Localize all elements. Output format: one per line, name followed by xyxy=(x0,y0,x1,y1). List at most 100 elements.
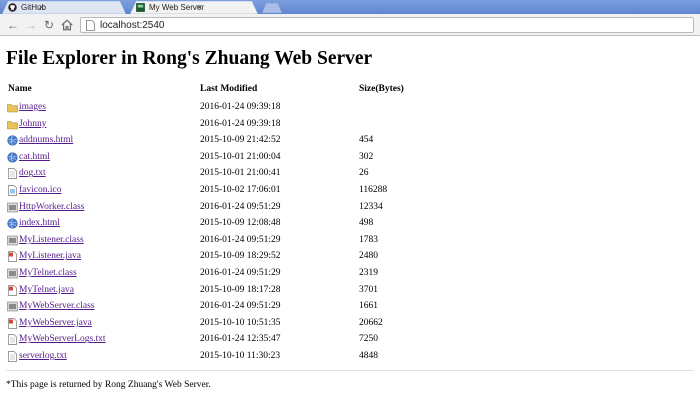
folder-icon xyxy=(7,120,18,129)
file-row: favicon.ico 2015-10-02 17:06:01 116288 xyxy=(7,183,607,200)
file-size: 3701 xyxy=(359,284,378,295)
file-last-modified: 2016-01-24 09:39:18 xyxy=(200,118,281,129)
file-size: 2480 xyxy=(359,251,378,262)
file-last-modified: 2015-10-02 17:06:01 xyxy=(200,185,281,195)
file-size: 1783 xyxy=(359,234,378,245)
close-icon[interactable]: ✕ xyxy=(38,1,45,14)
java-file-icon xyxy=(8,317,17,329)
file-link[interactable]: images xyxy=(19,102,46,112)
file-last-modified: 2015-10-01 21:00:04 xyxy=(200,151,281,162)
file-link[interactable]: MyWebServer.class xyxy=(19,301,94,311)
class-file-icon xyxy=(7,268,18,279)
file-link[interactable]: MyWebServer.java xyxy=(19,318,92,328)
file-link[interactable]: Johnny xyxy=(19,119,46,129)
file-link[interactable]: index.html xyxy=(19,218,60,228)
page-icon xyxy=(136,3,145,12)
file-size: 4848 xyxy=(359,351,378,361)
file-link[interactable]: MyListener.class xyxy=(19,235,84,245)
browser-titlebar: GitHub ✕ My Web Server ✕ xyxy=(0,0,700,14)
file-last-modified: 2016-01-24 09:51:29 xyxy=(200,201,281,212)
file-link[interactable]: favicon.ico xyxy=(19,185,61,195)
text-file-icon xyxy=(8,168,17,180)
file-link[interactable]: dog.txt xyxy=(19,168,46,178)
page-title: File Explorer in Rong's Zhuang Web Serve… xyxy=(6,48,373,69)
file-link[interactable]: MyTelnet.class xyxy=(19,268,77,278)
file-row: images 2016-01-24 09:39:18 xyxy=(7,100,607,117)
divider xyxy=(6,370,694,371)
class-file-icon xyxy=(7,202,18,212)
forward-arrow-icon[interactable]: → xyxy=(24,18,38,32)
file-last-modified: 2015-10-09 18:17:28 xyxy=(200,284,281,295)
file-last-modified: 2015-10-01 21:00:41 xyxy=(200,168,281,179)
back-arrow-icon[interactable]: ← xyxy=(6,18,20,32)
file-row: MyListener.java 2015-10-09 18:29:52 2480 xyxy=(7,249,607,266)
file-link[interactable]: MyWebServerLogs.txt xyxy=(19,334,106,344)
page-content: File Explorer in Rong's Zhuang Web Serve… xyxy=(0,37,700,400)
file-size: 2319 xyxy=(359,268,378,278)
github-icon xyxy=(8,3,17,12)
file-row: MyTelnet.java 2015-10-09 18:17:28 3701 xyxy=(7,283,607,300)
file-size: 116288 xyxy=(359,185,388,195)
column-header-name: Name xyxy=(8,84,32,94)
new-tab-button[interactable] xyxy=(262,3,282,13)
column-header-size: Size(Bytes) xyxy=(359,84,404,94)
text-file-icon xyxy=(8,334,17,346)
close-icon[interactable]: ✕ xyxy=(196,1,203,14)
home-icon[interactable] xyxy=(60,18,74,32)
page-icon xyxy=(86,19,95,31)
file-row: MyWebServerLogs.txt 2016-01-24 12:35:47 72… xyxy=(7,332,607,349)
tab-github[interactable]: GitHub ✕ xyxy=(2,1,126,14)
file-size: 498 xyxy=(359,218,374,229)
file-last-modified: 2015-10-09 12:08:48 xyxy=(200,218,281,229)
file-size: 12334 xyxy=(359,201,383,212)
file-link[interactable]: MyTelnet.java xyxy=(19,285,74,295)
image-file-icon xyxy=(8,185,17,196)
file-link[interactable]: cat.html xyxy=(19,152,50,162)
file-size: 20662 xyxy=(359,317,383,328)
url-text: localhost:2540 xyxy=(100,19,165,31)
html-file-icon xyxy=(7,218,18,229)
file-link[interactable]: addnums.html xyxy=(19,135,73,145)
address-bar[interactable]: localhost:2540 xyxy=(80,17,694,33)
java-file-icon xyxy=(8,251,17,263)
column-header-last-modified: Last Modified xyxy=(200,84,258,94)
file-row: addnums.html 2015-10-09 21:42:52 454 xyxy=(7,133,607,150)
file-last-modified: 2016-01-24 09:39:18 xyxy=(200,102,281,112)
file-row: cat.html 2015-10-01 21:00:04 302 xyxy=(7,150,607,167)
file-row: Johnny 2016-01-24 09:39:18 xyxy=(7,117,607,134)
html-file-icon xyxy=(7,135,18,146)
footer-note: *This page is returned by Rong Zhuang's … xyxy=(6,380,211,390)
file-last-modified: 2015-10-09 18:29:52 xyxy=(200,251,281,262)
file-size: 454 xyxy=(359,135,374,146)
file-row: MyTelnet.class 2016-01-24 09:51:29 2319 xyxy=(7,266,607,283)
file-link[interactable]: HttpWorker.class xyxy=(19,202,84,212)
file-size: 7250 xyxy=(359,334,378,345)
file-row: dog.txt 2015-10-01 21:00:41 26 xyxy=(7,166,607,183)
file-row: MyWebServer.java 2015-10-10 10:51:35 20662 xyxy=(7,316,607,333)
file-row: MyListener.class 2016-01-24 09:51:29 1783 xyxy=(7,233,607,250)
class-file-icon xyxy=(7,235,18,246)
file-size: 26 xyxy=(359,168,369,179)
file-last-modified: 2016-01-24 09:51:29 xyxy=(200,301,281,312)
file-last-modified: 2016-01-24 09:51:29 xyxy=(200,234,281,245)
file-row: serverlog.txt 2015-10-10 11:30:23 4848 xyxy=(7,349,607,366)
file-last-modified: 2015-10-09 21:42:52 xyxy=(200,135,281,146)
file-last-modified: 2015-10-10 10:51:35 xyxy=(200,317,281,328)
class-file-icon xyxy=(7,301,18,312)
file-row: HttpWorker.class 2016-01-24 09:51:29 12334 xyxy=(7,200,607,217)
file-size: 302 xyxy=(359,151,374,162)
folder-icon xyxy=(7,104,18,113)
tab-my-web-server[interactable]: My Web Server ✕ xyxy=(130,1,258,14)
file-last-modified: 2015-10-10 11:30:23 xyxy=(200,351,281,361)
file-link[interactable]: serverlog.txt xyxy=(19,351,67,361)
file-last-modified: 2016-01-24 12:35:47 xyxy=(200,334,281,345)
browser-toolbar: ← → ↻ localhost:2540 xyxy=(0,14,700,36)
java-file-icon xyxy=(8,284,17,296)
text-file-icon xyxy=(8,351,17,362)
file-row: MyWebServer.class 2016-01-24 09:51:29 1661 xyxy=(7,299,607,316)
file-size: 1661 xyxy=(359,301,378,312)
file-last-modified: 2016-01-24 09:51:29 xyxy=(200,268,281,278)
file-row: index.html 2015-10-09 12:08:48 498 xyxy=(7,216,607,233)
reload-icon[interactable]: ↻ xyxy=(42,18,56,32)
file-link[interactable]: MyListener.java xyxy=(19,251,81,261)
